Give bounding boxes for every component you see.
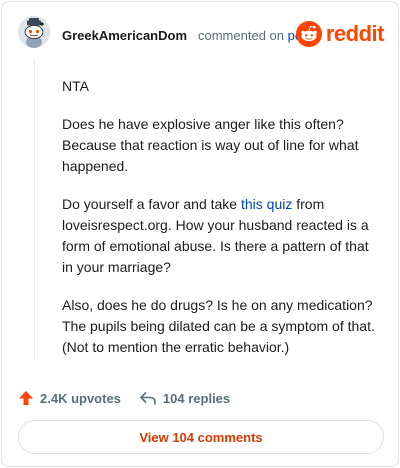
upvote-button[interactable]: 2.4K upvotes xyxy=(18,390,121,406)
paragraph-text: Do yourself a favor and take xyxy=(62,196,241,212)
view-comments-button[interactable]: View 104 comments xyxy=(18,420,384,454)
avatar[interactable] xyxy=(18,16,50,48)
comment-body: NTA Does he have explosive anger like th… xyxy=(62,76,382,375)
comment-paragraph: Does he have explosive anger like this o… xyxy=(62,116,359,174)
quiz-link[interactable]: this quiz xyxy=(241,196,292,212)
reddit-alien-icon xyxy=(295,21,322,47)
comment-card: GreekAmericanDom commented on post reddi… xyxy=(1,1,399,467)
replies-button[interactable]: 104 replies xyxy=(139,390,230,406)
upvote-arrow-icon xyxy=(19,391,33,405)
comment-header: GreekAmericanDom commented on post reddi… xyxy=(18,16,385,52)
comment-actions: 2.4K upvotes 104 replies xyxy=(18,388,230,408)
upvote-count: 2.4K upvotes xyxy=(40,390,121,406)
thread-line xyxy=(34,60,35,360)
reddit-wordmark: reddit xyxy=(325,21,385,46)
comment-paragraph: Also, does he do drugs? Is he on any med… xyxy=(62,297,375,355)
reddit-logo[interactable]: reddit xyxy=(295,20,385,48)
snoo-avatar-icon xyxy=(18,16,50,48)
reply-count: 104 replies xyxy=(162,390,231,406)
comment-paragraph: NTA xyxy=(62,78,89,94)
reply-arrow-icon xyxy=(140,392,156,405)
comment-paragraph: Do yourself a favor and take this quiz f… xyxy=(62,194,382,278)
comment-action-text: commented on xyxy=(198,28,284,43)
comment-author[interactable]: GreekAmericanDom xyxy=(62,28,187,43)
